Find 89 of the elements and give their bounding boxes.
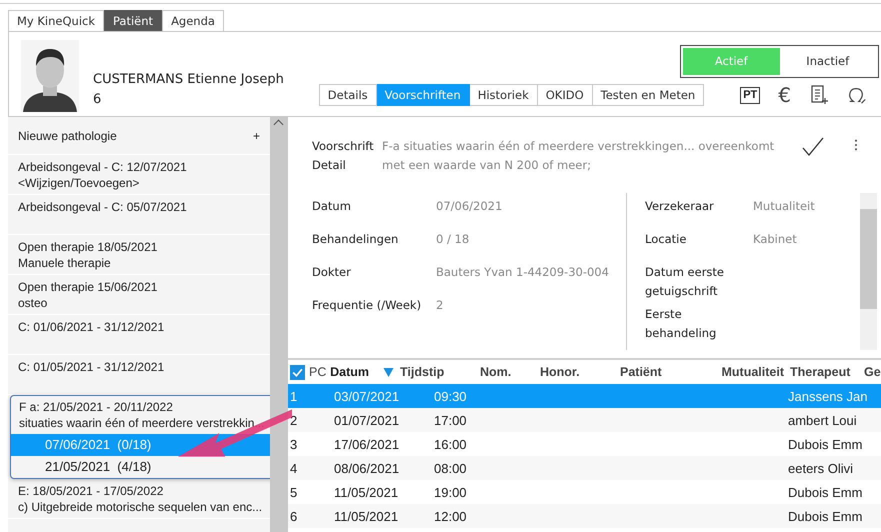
- field-label: Eerste behandeling: [645, 306, 718, 342]
- table-cell-text: 2: [289, 412, 298, 428]
- main-tab[interactable]: Patiënt: [104, 10, 162, 31]
- detail-tab[interactable]: Testen en Meten: [592, 84, 704, 106]
- field-label: Verzekeraar: [645, 198, 715, 215]
- add-icon[interactable]: +: [252, 128, 260, 144]
- scrollbar[interactable]: [270, 117, 287, 532]
- pathology-text: Manuele therapie: [18, 255, 112, 271]
- prescription-text: F-a situaties waarin één of meerdere verstrekkingen... overeenkomt met een waarde van N 200 of meer;: [382, 138, 776, 174]
- patient-number: 6: [93, 91, 102, 109]
- pathology-text: C: 01/05/2021 - 31/12/2021: [18, 359, 166, 375]
- column-header[interactable]: Nom.: [480, 365, 540, 379]
- field-value: 2: [436, 297, 444, 314]
- detail-tab[interactable]: Details: [318, 84, 377, 106]
- table-cell-text: 01/07/2021: [333, 412, 400, 428]
- table-cell-text: 08/06/2021: [333, 460, 400, 476]
- table-cell-text: 12:00: [433, 508, 468, 524]
- column-header[interactable]: Mutualiteit: [710, 365, 790, 379]
- sort-icon[interactable]: [383, 367, 394, 377]
- pathology-text: E: 18/05/2021 - 17/05/2022: [18, 483, 164, 499]
- field-value: 07/06/2021: [436, 198, 502, 215]
- patient-name: CUSTERMANS Etienne Joseph: [93, 71, 285, 89]
- field-label: Locatie: [645, 231, 688, 248]
- table-cell-text: 11/05/2021: [333, 508, 400, 524]
- pt-icon[interactable]: PT: [740, 86, 760, 104]
- table-cell-text: 08:00: [433, 460, 468, 476]
- field-value: Kabinet: [753, 231, 797, 248]
- field-label: Frequentie (/Week): [312, 297, 422, 314]
- table-cell-text: Janssens Jan: [788, 388, 868, 404]
- field-value: Mutualiteit: [753, 198, 815, 215]
- table-cell-text: 19:00: [433, 484, 468, 500]
- omega-icon[interactable]: [847, 85, 867, 105]
- field-label: Dokter: [312, 264, 352, 281]
- table-row[interactable]: 6 11/05/2021 12:00 Dubois Emm: [288, 504, 881, 528]
- main-tab[interactable]: Agenda: [162, 10, 224, 31]
- pathology-text: F a: 21/05/2021 - 20/11/2022: [19, 399, 174, 415]
- table-cell-text: 5: [289, 484, 298, 500]
- prescription-item[interactable]: 21/05/2021 (4/18): [11, 456, 271, 478]
- table-cell-text: 09:30: [433, 388, 468, 404]
- pathology-text: Open therapie 15/06/2021: [18, 279, 158, 295]
- field-value: Bauters Yvan 1-44209-30-004: [436, 264, 609, 281]
- table-cell-text: 6: [289, 508, 298, 524]
- detail-tab[interactable]: OKIDO: [538, 84, 593, 106]
- column-header[interactable]: Tijdstip: [400, 365, 480, 379]
- table-cell-text: 3: [289, 436, 298, 452]
- pathology-text: situaties waarin één of meerdere verstrekkin...: [19, 415, 266, 431]
- column-header[interactable]: Patiënt: [620, 365, 710, 379]
- table-row[interactable]: 5 11/05/2021 19:00 Dubois Emm: [288, 480, 881, 504]
- prescription-label: Voorschrift Detail: [312, 138, 375, 174]
- checkmark-icon[interactable]: [802, 137, 824, 157]
- column-header[interactable]: Therapeut: [790, 365, 864, 379]
- table-cell-text: 16:00: [433, 436, 468, 452]
- column-header[interactable]: Ge: [864, 365, 881, 379]
- table-cell-text: eeters Olivi: [788, 460, 854, 476]
- pathology-text: Arbeidsongeval - C: 12/07/2021: [18, 159, 188, 175]
- column-header[interactable]: Datum: [330, 365, 400, 379]
- table-cell-text: Dubois Emm: [788, 508, 864, 524]
- euro-icon[interactable]: €: [778, 85, 791, 105]
- table-row[interactable]: 3 17/06/2021 16:00 Dubois Emm: [288, 432, 881, 456]
- table-cell-text: 4: [289, 460, 298, 476]
- table-cell-text: Dubois Emm: [788, 436, 864, 452]
- pathology-text: osteo: [18, 295, 48, 311]
- status-option[interactable]: Inactief: [780, 48, 876, 75]
- field-label: Datum eerste getuigschrift: [645, 264, 726, 300]
- table-row[interactable]: 2 01/07/2021 17:00 ambert Loui: [288, 408, 881, 432]
- scrollbar[interactable]: [860, 193, 877, 350]
- field-label: Behandelingen: [312, 231, 400, 248]
- select-all-checkbox[interactable]: [290, 364, 305, 380]
- detail-tab[interactable]: Historiek: [470, 84, 538, 106]
- table-cell-text: 17:00: [433, 412, 468, 428]
- more-icon[interactable]: [854, 139, 858, 151]
- column-header[interactable]: PC: [288, 364, 330, 380]
- column-header[interactable]: Honor.: [540, 365, 620, 379]
- table-cell-text: 03/07/2021: [333, 388, 400, 404]
- pathology-text: Arbeidsongeval - C: 05/07/2021: [18, 199, 188, 215]
- new-pathology-label: Nieuwe pathologie: [18, 128, 117, 144]
- pathology-text: c) Uitgebreide motorische sequelen van enc...: [18, 499, 260, 515]
- table-cell-text: 17/06/2021: [333, 436, 400, 452]
- field-label: Datum: [312, 198, 352, 215]
- table-cell-text: Dubois Emm: [788, 484, 864, 500]
- document-add-icon[interactable]: [809, 85, 829, 105]
- pathology-text: C: 01/06/2021 - 31/12/2021: [18, 319, 166, 335]
- pathology-text: <Wijzigen/Toevoegen>: [18, 175, 140, 191]
- table-row[interactable]: 4 08/06/2021 08:00 eeters Olivi: [288, 456, 881, 480]
- field-value: 0 / 18: [436, 231, 470, 248]
- pathology-text: Open therapie 18/05/2021: [18, 239, 158, 255]
- table-cell-text: 1: [289, 388, 298, 404]
- table-cell-text: 11/05/2021: [333, 484, 400, 500]
- table-cell-text: ambert Loui: [788, 412, 858, 428]
